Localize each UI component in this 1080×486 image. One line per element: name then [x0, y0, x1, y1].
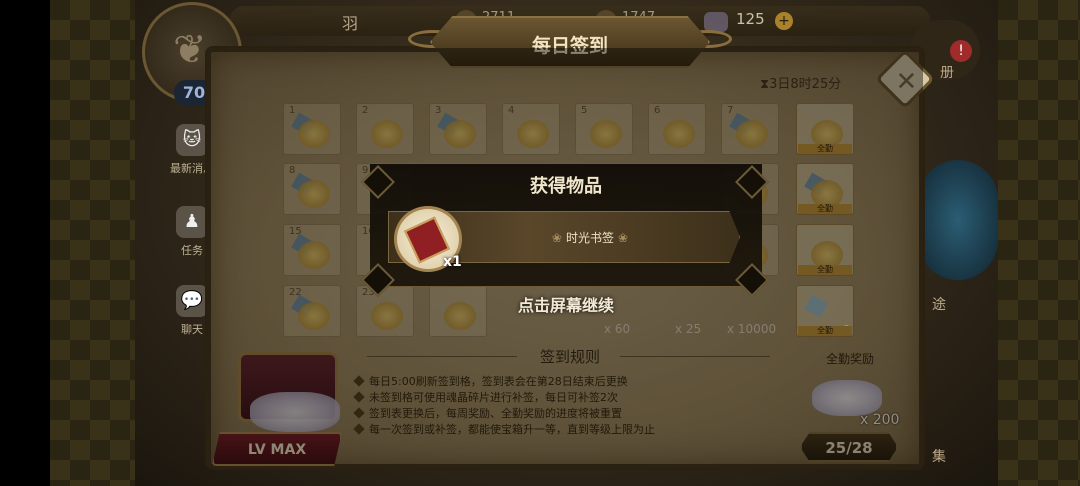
nav-quest-label: 任务: [181, 244, 203, 257]
popup-title: 获得物品: [530, 176, 602, 197]
player-name: 羽: [342, 14, 359, 33]
wing-right-icon: ❀: [618, 231, 629, 245]
left-black-margin: [0, 0, 50, 486]
nav-chat-label: 聊天: [181, 323, 203, 336]
tap-to-continue[interactable]: 点击屏幕继续: [470, 292, 662, 316]
chat-icon: 💬: [176, 285, 208, 317]
wing-left-icon: ❀: [551, 231, 562, 245]
cat-icon: 🐱: [176, 124, 208, 156]
right-mid-label: 途: [932, 297, 946, 313]
reward-item-name-row: ❀ 时光书签 ❀: [500, 229, 680, 246]
right-orb-button[interactable]: [918, 160, 998, 280]
alert-badge-icon: !: [950, 40, 972, 62]
right-bottom-label: 集: [932, 449, 946, 465]
right-decor-pattern: [998, 0, 1080, 486]
quest-icon: ♟: [176, 206, 208, 238]
gem-icon: [704, 12, 728, 32]
add-gems-button[interactable]: +: [775, 12, 793, 30]
gem-amount: 125: [736, 10, 765, 28]
reward-item-name: 时光书签: [565, 231, 614, 245]
emblem-icon: ❦: [173, 27, 207, 73]
right-top-label: 册: [940, 65, 954, 81]
left-decor-pattern: [50, 0, 135, 486]
reward-item-qty: x1: [443, 254, 462, 270]
